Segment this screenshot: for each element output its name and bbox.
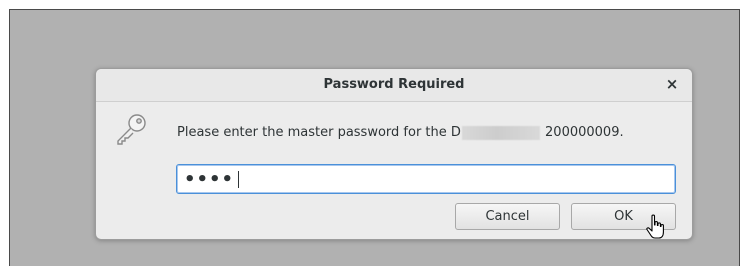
redacted-region bbox=[461, 125, 540, 140]
text-caret bbox=[238, 171, 239, 188]
dialog-title: Password Required bbox=[323, 77, 465, 92]
password-input[interactable]: •••• bbox=[176, 164, 676, 194]
dialog-titlebar: Password Required × bbox=[96, 69, 692, 102]
cancel-button[interactable]: Cancel bbox=[455, 203, 560, 230]
password-required-dialog: Password Required × Please enter the mas… bbox=[95, 68, 693, 240]
close-button[interactable]: × bbox=[664, 75, 680, 93]
prompt-message-end: 200000009. bbox=[540, 125, 624, 140]
prompt-message-start: Please enter the master password for the… bbox=[177, 125, 461, 140]
prompt-message: Please enter the master password for the… bbox=[177, 125, 624, 140]
key-icon bbox=[117, 114, 146, 145]
password-mask: •••• bbox=[184, 169, 235, 190]
hand-pointer-icon bbox=[646, 214, 664, 239]
